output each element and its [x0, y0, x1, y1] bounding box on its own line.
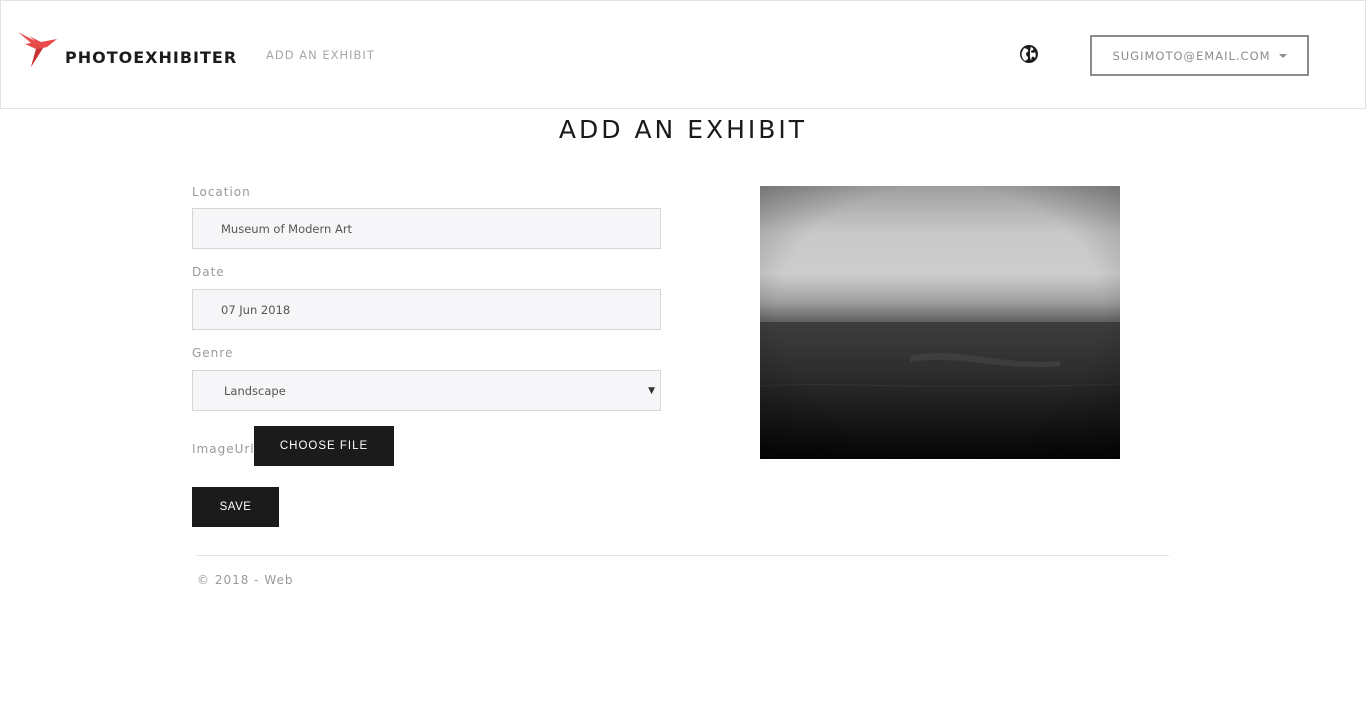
date-value: 07 Jun 2018: [221, 302, 291, 317]
footer-divider: [197, 555, 1169, 556]
exhibit-image-preview: [760, 186, 1120, 459]
genre-select[interactable]: Landscape ▼: [192, 370, 661, 411]
image-url-label: ImageUrl: [192, 442, 255, 456]
location-input[interactable]: Museum of Modern Art: [192, 208, 661, 249]
bird-logo-icon: [18, 32, 57, 67]
page-title: ADD AN EXHIBIT: [558, 115, 808, 144]
genre-label: Genre: [192, 346, 234, 360]
seascape-photo: [760, 186, 1120, 459]
top-navbar: PHOTOEXHIBITER ADD AN EXHIBIT SUGIMOTO@E…: [0, 0, 1366, 109]
brand-link[interactable]: PHOTOEXHIBITER: [17, 30, 236, 70]
select-arrow-icon: ▼: [648, 385, 655, 396]
globe-icon[interactable]: [1019, 44, 1039, 64]
footer-copyright: © 2018 - Web: [197, 573, 294, 587]
save-button[interactable]: SAVE: [192, 487, 279, 527]
caret-down-icon: [1278, 53, 1287, 58]
date-input[interactable]: 07 Jun 2018: [192, 289, 661, 330]
brand-name: PHOTOEXHIBITER: [65, 48, 238, 67]
nav-add-exhibit-link[interactable]: ADD AN EXHIBIT: [266, 48, 375, 62]
location-label: Location: [192, 185, 251, 199]
genre-value: Landscape: [224, 383, 286, 398]
user-email: SUGIMOTO@EMAIL.COM: [1112, 48, 1271, 63]
choose-file-button[interactable]: CHOOSE FILE: [254, 426, 394, 466]
user-dropdown-button[interactable]: SUGIMOTO@EMAIL.COM: [1090, 35, 1309, 76]
date-label: Date: [192, 265, 225, 279]
location-value: Museum of Modern Art: [221, 221, 353, 236]
